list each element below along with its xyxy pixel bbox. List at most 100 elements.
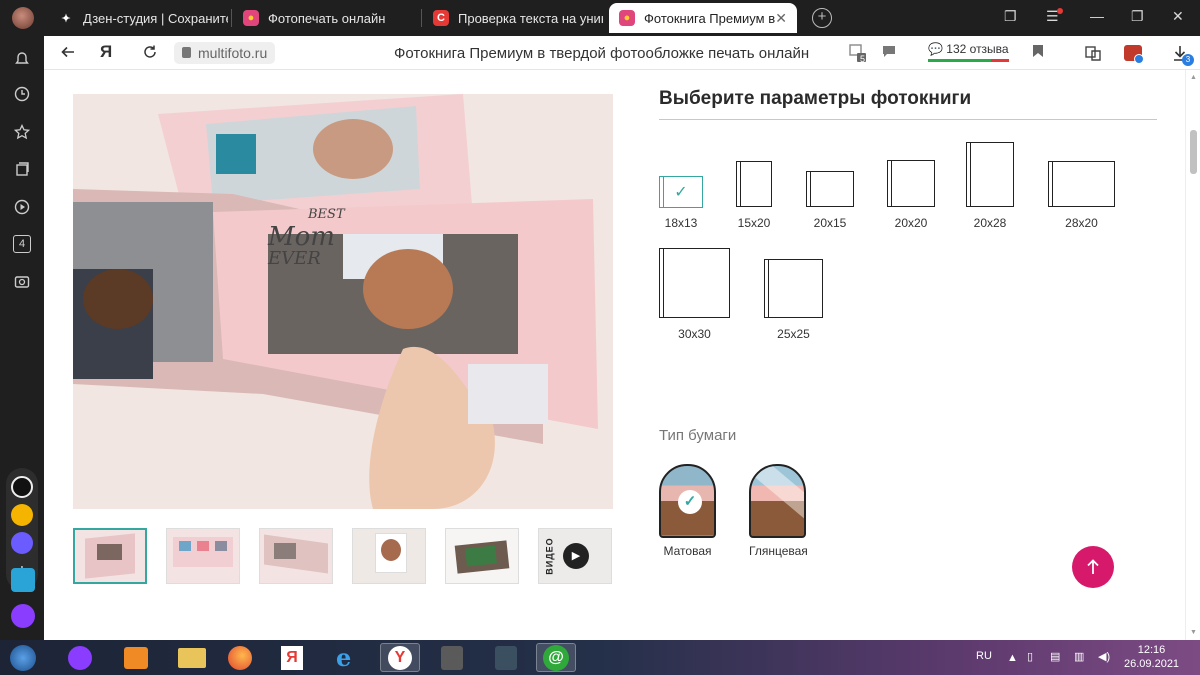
thumbnail-1[interactable]	[73, 528, 147, 584]
scroll-down-icon[interactable]: ▼	[1190, 629, 1197, 636]
thumbnail-4[interactable]	[352, 528, 426, 584]
alice-icon[interactable]	[11, 604, 35, 628]
screenshot-icon[interactable]	[13, 272, 31, 290]
format-option-30x30[interactable]: 30x30	[659, 248, 730, 341]
format-option-25x25[interactable]: 25x25	[764, 259, 823, 341]
format-option-28x20[interactable]: 28x20	[1048, 161, 1115, 230]
messenger-app-icon[interactable]	[11, 532, 33, 554]
format-label: 30x30	[678, 327, 711, 341]
tray-app-icon[interactable]: ▯	[1027, 650, 1033, 663]
download-icon[interactable]: 3	[1172, 44, 1194, 67]
new-tab-button[interactable]: +	[812, 8, 832, 28]
scrollbar-thumb[interactable]	[1190, 130, 1197, 174]
explorer-icon[interactable]	[172, 643, 212, 672]
thumbnail-2[interactable]	[166, 528, 240, 584]
profile-avatar[interactable]	[12, 7, 34, 29]
caption-ever: EVER	[268, 248, 321, 269]
paper-option-matte[interactable]: ✓ Матовая	[659, 464, 716, 558]
menu-icon[interactable]: ☰	[1046, 8, 1063, 25]
history-icon[interactable]	[13, 85, 31, 103]
page-scrollbar[interactable]: ▲ ▼	[1185, 70, 1200, 640]
firefox-icon[interactable]	[220, 643, 260, 672]
page-title: Фотокнига Премиум в твердой фотообложке …	[394, 45, 810, 62]
clock-time: 12:16	[1137, 644, 1166, 656]
video-player-icon[interactable]	[116, 643, 156, 672]
multifoto-icon: ●	[243, 10, 259, 26]
volume-icon[interactable]: ◀)	[1098, 650, 1110, 663]
thumbnail-5[interactable]	[445, 528, 519, 584]
mail-agent-icon[interactable]: @	[536, 643, 576, 672]
format-option-20x28[interactable]: 20x28	[966, 142, 1014, 230]
format-option-20x20[interactable]: 20x20	[887, 160, 935, 230]
minimize-button[interactable]: —	[1090, 8, 1104, 24]
reviews-widget[interactable]: 💬 132 отзыва	[928, 42, 1009, 62]
tray-expand-icon[interactable]: ▲	[1007, 652, 1018, 664]
bookmark-icon[interactable]	[1032, 44, 1044, 63]
back-icon[interactable]	[60, 44, 76, 65]
tab-text-check[interactable]: C Проверка текста на уника	[423, 3, 603, 33]
format-option-15x20[interactable]: 15x20	[736, 161, 772, 230]
url-field[interactable]: multifoto.ru	[174, 42, 276, 64]
start-button[interactable]	[3, 643, 43, 672]
video-thumbnail[interactable]: ВИДЕО ▶	[538, 528, 612, 584]
tabs-counter-icon[interactable]: 5	[848, 42, 868, 69]
format-label: 18x13	[664, 216, 698, 230]
windows-taskbar: Я e Y @ RU ▲ ▯ ▤ ▥ ◀) 12:16 26.09.2021	[0, 640, 1200, 675]
caption-mom: Mom	[268, 222, 335, 252]
collections-icon[interactable]	[13, 160, 31, 178]
address-bar: Я multifoto.ru Фотокнига Премиум в тверд…	[44, 36, 1200, 70]
yandex-browser-icon[interactable]: Y	[380, 643, 420, 672]
image-caption: BEST Mom EVER	[268, 206, 345, 268]
play-video-icon[interactable]: ▶	[563, 543, 589, 569]
format-label: 25x25	[777, 327, 810, 341]
check-icon: ✓	[674, 184, 688, 201]
format-option-20x15[interactable]: 20x15	[806, 171, 854, 230]
close-tab-icon[interactable]: ✕	[775, 10, 787, 27]
paper-matte-image: ✓	[659, 464, 716, 538]
format-label: 20x28	[973, 216, 1007, 230]
language-indicator[interactable]: RU	[976, 650, 992, 662]
url-text: multifoto.ru	[198, 45, 268, 61]
reload-icon[interactable]	[142, 44, 158, 65]
tab-title: Фотопечать онлайн	[268, 10, 386, 26]
tab-photoprint[interactable]: ● Фотопечать онлайн	[233, 3, 418, 33]
multifoto-icon: ●	[619, 10, 635, 26]
text-ru-icon: C	[433, 10, 449, 26]
tab-counter-icon[interactable]: 4	[13, 235, 31, 253]
paper-label: Глянцевая	[749, 544, 808, 558]
dzen-star-icon: ✦	[61, 12, 71, 25]
mail-app-icon[interactable]	[11, 504, 33, 526]
tab-dzen[interactable]: ✦ Дзен-студия | Сохраните в	[48, 3, 228, 33]
bell-icon[interactable]	[13, 50, 31, 68]
extension-icon[interactable]	[1124, 45, 1144, 64]
video-label: ВИДЕО	[544, 537, 555, 575]
world-of-tanks-icon[interactable]	[432, 643, 472, 672]
thumbnail-3[interactable]	[259, 528, 333, 584]
download-badge: 3	[1182, 54, 1194, 66]
close-window-button[interactable]: ✕	[1172, 8, 1184, 25]
scroll-up-icon[interactable]: ▲	[1190, 74, 1197, 81]
network-icon[interactable]: ▥	[1074, 650, 1084, 663]
ie-icon[interactable]: e	[328, 643, 368, 672]
paper-label: Матовая	[663, 544, 712, 558]
play-icon[interactable]	[13, 198, 31, 216]
product-main-image[interactable]: BEST Mom EVER	[73, 94, 613, 509]
alice-app-icon[interactable]	[11, 476, 33, 498]
yandex-taskbar-icon[interactable]: Я	[272, 643, 312, 672]
format-option-18x13[interactable]: ✓ 18x13	[659, 176, 703, 230]
alice-taskbar-icon[interactable]	[60, 643, 100, 672]
clock[interactable]: 12:16 26.09.2021	[1124, 643, 1179, 671]
scroll-to-top-button[interactable]	[1072, 546, 1114, 588]
tab-title: Дзен-студия | Сохраните в	[83, 10, 228, 26]
yandex-logo-icon[interactable]: Я	[100, 42, 112, 62]
paper-option-glossy[interactable]: Глянцевая	[749, 464, 808, 558]
send-app-icon[interactable]	[11, 568, 35, 592]
usb-icon[interactable]: ▤	[1050, 650, 1060, 663]
world-of-warships-icon[interactable]	[486, 643, 526, 672]
protect-icon[interactable]	[1084, 44, 1102, 67]
maximize-button[interactable]: ❐	[1131, 8, 1144, 25]
tab-photobook-active[interactable]: ● Фотокнига Премиум в ✕	[609, 3, 797, 33]
star-icon[interactable]	[13, 123, 31, 141]
comment-icon[interactable]	[882, 44, 896, 63]
tab-collections-icon[interactable]: ❐	[1004, 8, 1017, 25]
